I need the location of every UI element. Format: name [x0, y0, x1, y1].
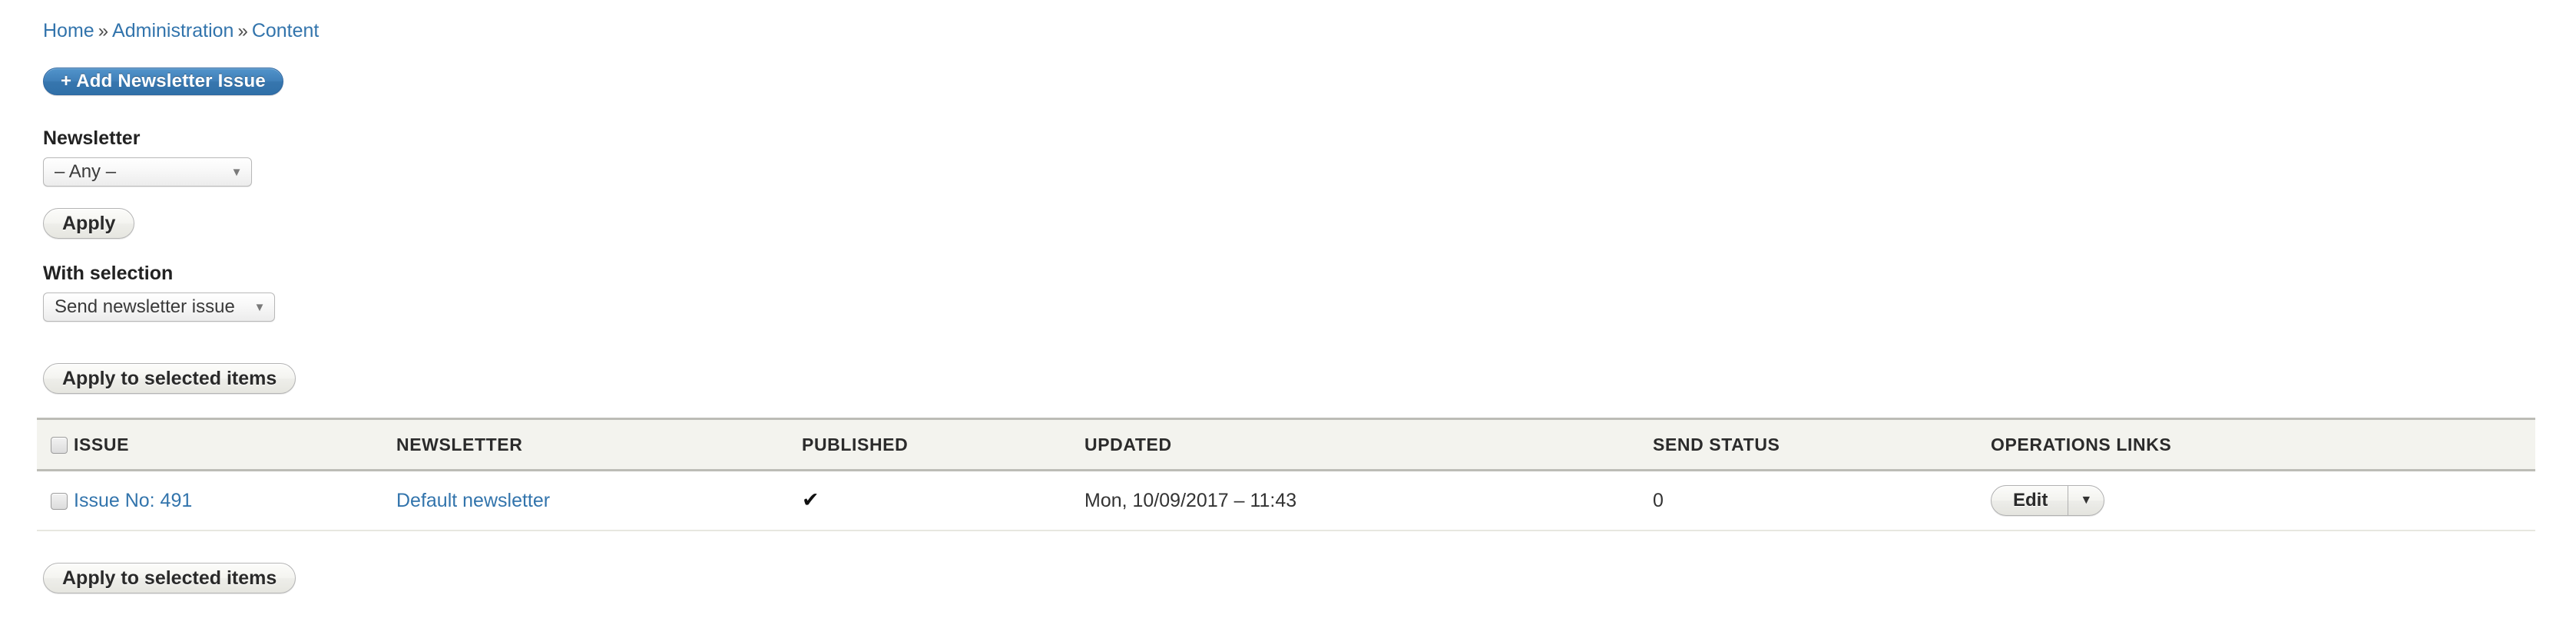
issue-link[interactable]: Issue No: 491	[74, 490, 192, 511]
apply-to-selected-items-button-top[interactable]: Apply to selected items	[43, 363, 296, 394]
breadcrumb: Home» Administration» Content	[43, 20, 319, 42]
column-header-issue[interactable]: ISSUE	[74, 418, 396, 471]
select-all-header	[37, 418, 74, 471]
chevron-down-icon[interactable]: ▼	[2068, 486, 2104, 515]
column-header-operations-links[interactable]: OPERATIONS LINKS	[1991, 418, 2535, 471]
cell-send-status: 0	[1653, 470, 1991, 531]
apply-filter-button[interactable]: Apply	[43, 208, 135, 239]
admin-content-page: Home» Administration» Content + Add Newsle…	[0, 0, 2576, 628]
column-header-published[interactable]: PUBLISHED	[802, 418, 1084, 471]
bulk-action-value: Send newsletter issue	[55, 296, 235, 317]
newsletter-filter-select[interactable]: – Any – ▼	[43, 157, 252, 187]
breadcrumb-link-content[interactable]: Content	[252, 20, 320, 41]
table-row: Issue No: 491 Default newsletter ✔ Mon, …	[37, 470, 2535, 531]
chevron-down-icon: ▼	[253, 300, 266, 314]
row-select-checkbox[interactable]	[51, 492, 68, 510]
edit-button[interactable]: Edit	[1992, 486, 2069, 515]
breadcrumb-separator: »	[98, 21, 109, 41]
table-header-row: ISSUE NEWSLETTER PUBLISHED UPDATED SEND …	[37, 418, 2535, 471]
operations-dropbutton: Edit ▼	[1991, 485, 2105, 516]
column-header-newsletter[interactable]: NEWSLETTER	[396, 418, 802, 471]
breadcrumb-link-administration[interactable]: Administration	[112, 20, 233, 41]
chevron-down-icon: ▼	[230, 165, 243, 179]
with-selection-label: With selection	[43, 263, 174, 284]
newsletter-link[interactable]: Default newsletter	[396, 490, 550, 511]
newsletter-filter-label: Newsletter	[43, 127, 141, 149]
breadcrumb-link-home[interactable]: Home	[43, 20, 94, 41]
column-header-send-status[interactable]: SEND STATUS	[1653, 418, 1991, 471]
newsletter-filter-value: – Any –	[55, 161, 117, 182]
apply-to-selected-items-button-bottom[interactable]: Apply to selected items	[43, 563, 296, 593]
breadcrumb-separator: »	[237, 21, 248, 41]
cell-newsletter: Default newsletter	[396, 470, 802, 531]
add-newsletter-issue-button[interactable]: + Add Newsletter Issue	[43, 68, 283, 95]
cell-issue: Issue No: 491	[74, 470, 396, 531]
column-header-updated[interactable]: UPDATED	[1084, 418, 1653, 471]
select-all-checkbox[interactable]	[51, 437, 68, 454]
published-check-icon: ✔	[802, 488, 819, 511]
cell-updated: Mon, 10/09/2017 – 11:43	[1084, 470, 1653, 531]
bulk-action-select[interactable]: Send newsletter issue ▼	[43, 293, 275, 322]
cell-published: ✔	[802, 470, 1084, 531]
row-select-cell	[37, 470, 74, 531]
cell-operations: Edit ▼	[1991, 470, 2535, 531]
newsletter-issues-table: ISSUE NEWSLETTER PUBLISHED UPDATED SEND …	[37, 418, 2535, 531]
